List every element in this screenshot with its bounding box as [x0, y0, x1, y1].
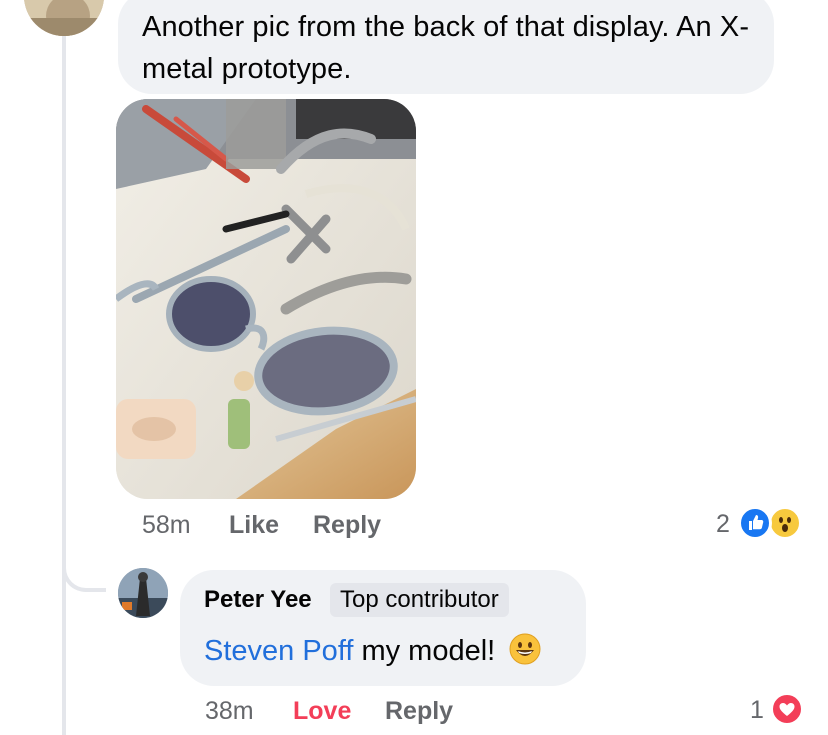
wow-icon	[768, 506, 802, 540]
thread-connector	[62, 540, 106, 592]
reply-button[interactable]: Reply	[313, 510, 381, 540]
top-contributor-badge: Top contributor	[330, 583, 509, 617]
peter-avatar[interactable]	[118, 568, 168, 618]
commenter-avatar[interactable]	[24, 0, 104, 36]
comment-bubble: Another pic from the back of that displa…	[118, 0, 774, 94]
thread-line	[62, 34, 66, 735]
reply-bubble: Peter Yee Top contributor Steven Poff my…	[180, 570, 586, 686]
comment-text: Another pic from the back of that displa…	[142, 11, 750, 85]
reply-time: 38m	[205, 697, 254, 725]
reply-button-2[interactable]: Reply	[385, 696, 453, 726]
grinning-face-icon	[509, 633, 541, 665]
reaction-count[interactable]: 2	[716, 510, 730, 539]
comment-time: 58m	[142, 511, 191, 539]
like-icon	[738, 506, 772, 540]
comment-photo[interactable]	[116, 99, 416, 499]
author-name[interactable]: Peter Yee	[204, 586, 312, 614]
mention-link[interactable]: Steven Poff	[204, 635, 353, 667]
reaction-count-2[interactable]: 1	[750, 696, 764, 725]
reply-text: my model!	[361, 635, 496, 667]
like-button[interactable]: Like	[229, 510, 279, 540]
love-button[interactable]: Love	[293, 696, 351, 726]
reply-text-line: Steven Poff my model!	[204, 632, 541, 670]
love-icon	[770, 692, 804, 726]
